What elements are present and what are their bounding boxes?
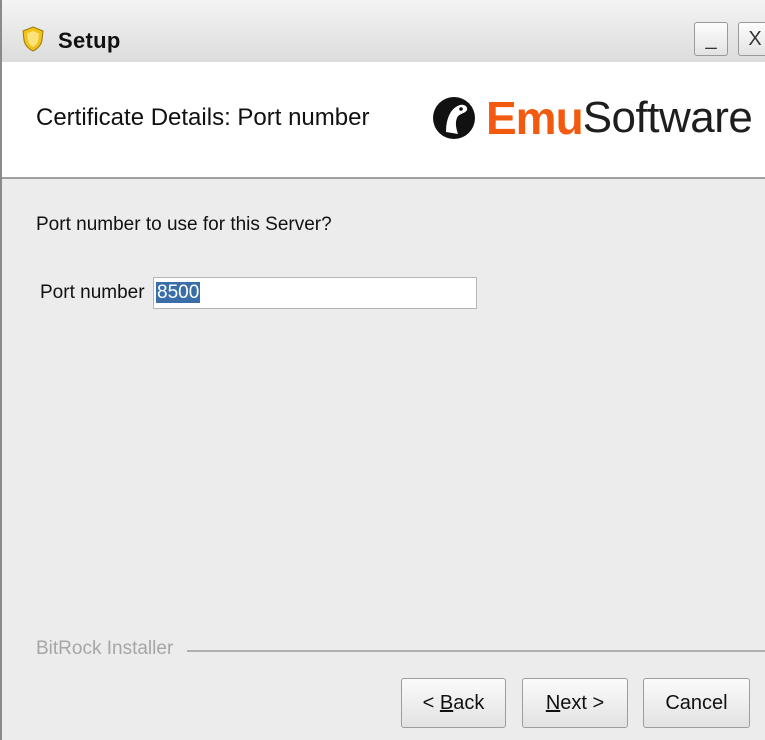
next-button[interactable]: Next > <box>522 678 628 728</box>
emu-head-icon <box>433 97 475 139</box>
window-title: Setup <box>58 28 121 53</box>
back-button[interactable]: < Back <box>401 678 506 728</box>
logo-text-software: Software <box>582 93 753 142</box>
footer-divider <box>187 650 765 652</box>
next-rest: ext > <box>560 692 605 714</box>
back-rest: ack <box>453 692 485 714</box>
port-number-label: Port number <box>40 282 145 303</box>
port-number-input[interactable]: 8500 <box>153 277 477 309</box>
back-prefix: < <box>422 692 440 714</box>
setup-window: Setup _ X Certificate Details: Port numb… <box>0 0 765 740</box>
next-mnemonic: N <box>545 692 561 714</box>
port-question: Port number to use for this Server? <box>36 214 332 235</box>
cancel-button[interactable]: Cancel <box>643 678 750 728</box>
installer-brand-label: BitRock Installer <box>36 638 174 659</box>
emusoftware-logo: Emu Software <box>432 90 753 146</box>
setup-shield-icon <box>22 26 44 52</box>
back-mnemonic: B <box>439 692 454 714</box>
close-button[interactable]: X <box>738 22 765 56</box>
logo-text-emu: Emu <box>486 92 584 144</box>
page-title: Certificate Details: Port number <box>36 104 370 131</box>
port-number-value: 8500 <box>156 282 201 303</box>
minimize-button[interactable]: _ <box>694 22 728 56</box>
page-header: Certificate Details: Port number Emu Soft… <box>2 62 765 179</box>
title-bar[interactable]: Setup _ X <box>2 0 765 63</box>
